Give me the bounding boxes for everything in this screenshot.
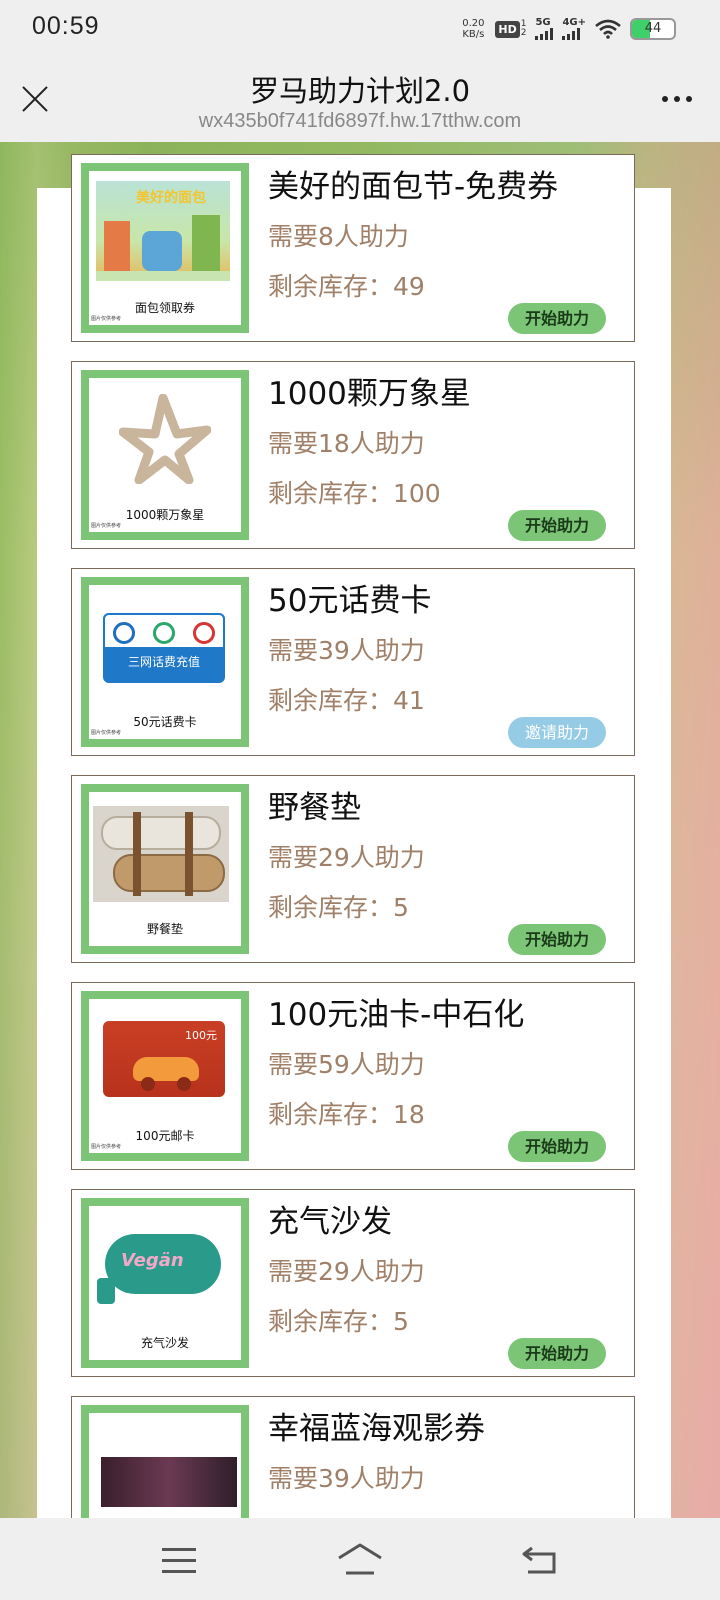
prize-required-helpers: 需要59人助力	[268, 1050, 425, 1079]
fuel-card-art: 100元	[103, 1021, 225, 1097]
menu-icon[interactable]	[162, 1548, 196, 1574]
signal-4g-label: 4G+	[562, 17, 586, 28]
page-title: 罗马助力计划2.0	[249, 74, 471, 108]
signal-bars	[562, 28, 581, 40]
prize-title: 美好的面包节-免费券	[268, 169, 559, 205]
star-icon	[119, 394, 211, 484]
prize-card-picnic-mat[interactable]: 野餐垫 野餐垫 需要29人助力 剩余库存：5 开始助力	[71, 775, 635, 963]
prize-required-helpers: 需要29人助力	[268, 843, 425, 872]
prize-stock: 剩余库存：100	[268, 479, 441, 508]
image-art-text: 100元	[185, 1029, 217, 1042]
prize-title: 1000颗万象星	[268, 376, 471, 412]
prize-required-helpers: 需要39人助力	[268, 636, 425, 665]
image-caption: 面包领取券	[134, 301, 195, 315]
prize-card-bread[interactable]: 美好的面包 面包领取券 图片仅供参考 美好的面包节-免费券 需要8人助力 剩余库…	[71, 154, 635, 342]
prize-required-helpers: 需要39人助力	[268, 1464, 425, 1493]
image-caption: 50元话费卡	[133, 715, 197, 729]
prize-card-fuel-card[interactable]: 100元 100元邮卡 图片仅供参考 100元油卡-中石化 需要59人助力 剩余…	[71, 982, 635, 1170]
more-icon[interactable]	[662, 96, 692, 102]
prize-stock: 剩余库存：49	[268, 272, 425, 301]
image-art-text: 美好的面包	[136, 190, 206, 206]
signal-4g-icon: 4G+	[562, 18, 586, 40]
prize-required-helpers: 需要8人助力	[268, 222, 409, 251]
image-caption: 1000颗万象星	[125, 508, 205, 522]
title-bar: 罗马助力计划2.0 wx435b0f741fd6897f.hw.17tthw.c…	[0, 58, 720, 142]
prize-title: 100元油卡-中石化	[268, 997, 525, 1033]
hd-slots: 1 2	[521, 20, 527, 38]
prize-stock: 剩余库存：5	[268, 893, 409, 922]
image-caption: 野餐垫	[146, 922, 183, 936]
battery-icon: 44	[630, 18, 676, 40]
invite-help-button[interactable]: 邀请助力	[508, 717, 606, 748]
image-note: 图片仅供参考	[91, 316, 122, 322]
network-speed-unit: KB/s	[462, 29, 485, 40]
network-speed: 0.20 KB/s	[460, 18, 486, 40]
prize-image: 三网话费充值 50元话费卡 图片仅供参考	[81, 577, 249, 747]
status-icons: 0.20 KB/s HD 1 2 5G 4G+ 44	[460, 14, 676, 44]
start-help-button[interactable]: 开始助力	[508, 924, 606, 955]
prize-image: 美好的面包 面包领取券 图片仅供参考	[81, 163, 249, 333]
image-caption: 100元邮卡	[135, 1129, 195, 1143]
prize-stock: 剩余库存：18	[268, 1100, 425, 1129]
prize-stock: 剩余库存：5	[268, 1307, 409, 1336]
content-area[interactable]: 美好的面包 面包领取券 图片仅供参考 美好的面包节-免费券 需要8人助力 剩余库…	[0, 142, 720, 1518]
status-bar: 00:59 0.20 KB/s HD 1 2 5G 4G+ 44	[0, 0, 720, 58]
prize-required-helpers: 需要29人助力	[268, 1257, 425, 1286]
prize-stock: 剩余库存：41	[268, 686, 425, 715]
signal-5g-label: 5G	[535, 17, 551, 28]
start-help-button[interactable]: 开始助力	[508, 1131, 606, 1162]
image-note: 图片仅供参考	[91, 730, 122, 736]
start-help-button[interactable]: 开始助力	[508, 510, 606, 541]
prize-card-air-sofa[interactable]: Vegän 充气沙发 充气沙发 需要29人助力 剩余库存：5 开始助力	[71, 1189, 635, 1377]
prize-title: 幸福蓝海观影券	[268, 1411, 485, 1447]
signal-5g-icon: 5G	[535, 17, 554, 40]
start-help-button[interactable]: 开始助力	[508, 303, 606, 334]
image-caption: 充气沙发	[140, 1336, 189, 1350]
bread-voucher-art: 美好的面包	[96, 181, 230, 281]
wifi-icon	[595, 19, 621, 39]
prize-title: 50元话费卡	[268, 583, 432, 619]
prize-card-phone-credit[interactable]: 三网话费充值 50元话费卡 图片仅供参考 50元话费卡 需要39人助力 剩余库存…	[71, 568, 635, 756]
hd-slot-bottom: 2	[520, 28, 527, 38]
hd-icon: HD 1 2	[495, 20, 526, 38]
prize-image: Vegän 充气沙发	[81, 1198, 249, 1368]
air-sofa-art: Vegän	[97, 1228, 227, 1306]
signal-bars	[535, 28, 554, 40]
network-speed-value: 0.20	[462, 18, 485, 29]
prize-title: 充气沙发	[268, 1204, 392, 1240]
image-note: 图片仅供参考	[91, 1144, 122, 1150]
page-url: wx435b0f741fd6897f.hw.17tthw.com	[198, 110, 522, 132]
system-nav-bar	[0, 1518, 720, 1600]
image-art-text: 三网话费充值	[127, 655, 200, 669]
prize-required-helpers: 需要18人助力	[268, 429, 425, 458]
prize-image: 野餐垫	[81, 784, 249, 954]
start-help-button[interactable]: 开始助力	[508, 1338, 606, 1369]
movie-ticket-art	[101, 1457, 237, 1507]
battery-level: 44	[644, 21, 662, 36]
picnic-mat-art	[93, 806, 229, 902]
prize-image: 1000颗万象星 图片仅供参考	[81, 370, 249, 540]
prize-card-stars[interactable]: 1000颗万象星 图片仅供参考 1000颗万象星 需要18人助力 剩余库存：10…	[71, 361, 635, 549]
prize-card-movie-ticket[interactable]: 幸福蓝海观影券 需要39人助力	[71, 1396, 635, 1518]
hd-label: HD	[495, 20, 520, 38]
prize-image	[81, 1405, 249, 1518]
image-note: 图片仅供参考	[91, 523, 122, 529]
prize-title: 野餐垫	[268, 790, 361, 826]
back-icon[interactable]	[520, 1544, 562, 1576]
image-art-text: Vegän	[121, 1250, 184, 1271]
home-icon[interactable]	[336, 1542, 384, 1576]
phone-credit-art: 三网话费充值	[103, 613, 225, 683]
prize-image: 100元 100元邮卡 图片仅供参考	[81, 991, 249, 1161]
status-time: 00:59	[32, 12, 100, 40]
